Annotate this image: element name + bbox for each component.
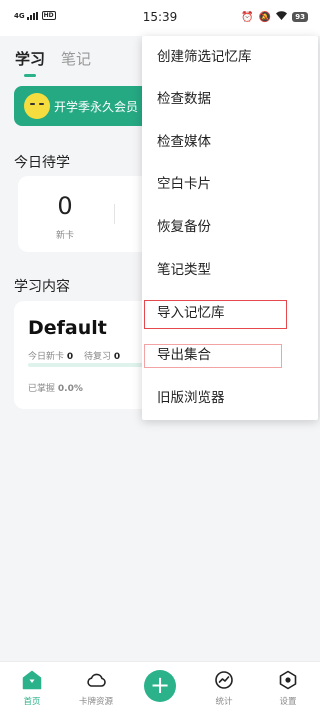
menu-item-empty-cards[interactable]: 空白卡片 xyxy=(142,163,318,205)
battery-icon: 93 xyxy=(292,12,308,22)
mute-icon: 🔕 xyxy=(258,11,272,23)
nav-deck-resources-label: 卡牌资源 xyxy=(78,697,113,707)
smiley-icon xyxy=(24,93,50,119)
top-tabs: 学习 笔记 xyxy=(15,48,91,77)
nav-stats[interactable]: 统计 xyxy=(192,662,256,711)
overflow-menu: 创建筛选记忆库 检查数据 检查媒体 空白卡片 恢复备份 笔记类型 导入记忆库 导… xyxy=(142,36,318,420)
home-icon xyxy=(22,670,42,690)
menu-item-export-collection[interactable]: 导出集合 xyxy=(142,334,318,376)
status-icons: ⏰ 🔕 93 xyxy=(241,11,308,23)
deck-stats: 今日新卡 0 待复习 0 xyxy=(28,349,128,362)
mastered-label: 已掌握 xyxy=(28,384,56,394)
divider xyxy=(114,204,115,224)
menu-item-import-deck[interactable]: 导入记忆库 xyxy=(142,292,318,334)
menu-item-note-types[interactable]: 笔记类型 xyxy=(142,249,318,291)
bottom-nav: 首页 卡牌资源 + 统计 设置 xyxy=(0,661,320,711)
stats-icon xyxy=(215,671,233,689)
cloud-icon xyxy=(87,673,106,687)
menu-item-check-database[interactable]: 检查数据 xyxy=(142,78,318,120)
menu-item-restore-backup[interactable]: 恢复备份 xyxy=(142,206,318,248)
wifi-icon xyxy=(276,11,288,23)
settings-icon xyxy=(279,670,297,690)
today-section-title: 今日待学 xyxy=(14,155,70,171)
tab-notes[interactable]: 笔记 xyxy=(61,48,91,69)
nav-settings[interactable]: 设置 xyxy=(256,662,320,711)
nav-home-label: 首页 xyxy=(23,697,41,707)
alarm-icon: ⏰ xyxy=(241,11,254,23)
add-button[interactable]: + xyxy=(144,670,176,702)
menu-item-legacy-browser[interactable]: 旧版浏览器 xyxy=(142,377,318,419)
mastered-value: 0.0% xyxy=(57,384,83,394)
nav-deck-resources[interactable]: 卡牌资源 xyxy=(64,662,128,711)
new-today-value: 0 xyxy=(66,352,74,362)
new-card-count: 0 xyxy=(57,192,73,220)
status-bar: 4G HD 15:39 ⏰ 🔕 93 xyxy=(0,0,320,36)
nav-stats-label: 统计 xyxy=(215,697,233,707)
new-card-label: 新卡 xyxy=(55,231,74,241)
review-value: 0 xyxy=(113,352,121,362)
review-label: 待复习 xyxy=(84,352,112,362)
menu-item-create-filtered-deck[interactable]: 创建筛选记忆库 xyxy=(142,36,318,78)
new-today-label: 今日新卡 xyxy=(28,352,65,362)
tab-study[interactable]: 学习 xyxy=(15,48,45,77)
mastered-stat: 已掌握 0.0% xyxy=(28,381,83,394)
menu-item-check-media[interactable]: 检查媒体 xyxy=(142,121,318,163)
study-section-title: 学习内容 xyxy=(14,279,70,295)
nav-settings-label: 设置 xyxy=(279,697,297,707)
deck-name: Default xyxy=(28,317,107,339)
nav-home[interactable]: 首页 xyxy=(0,662,64,711)
promo-text: 开学季永久会员 xyxy=(54,99,139,114)
